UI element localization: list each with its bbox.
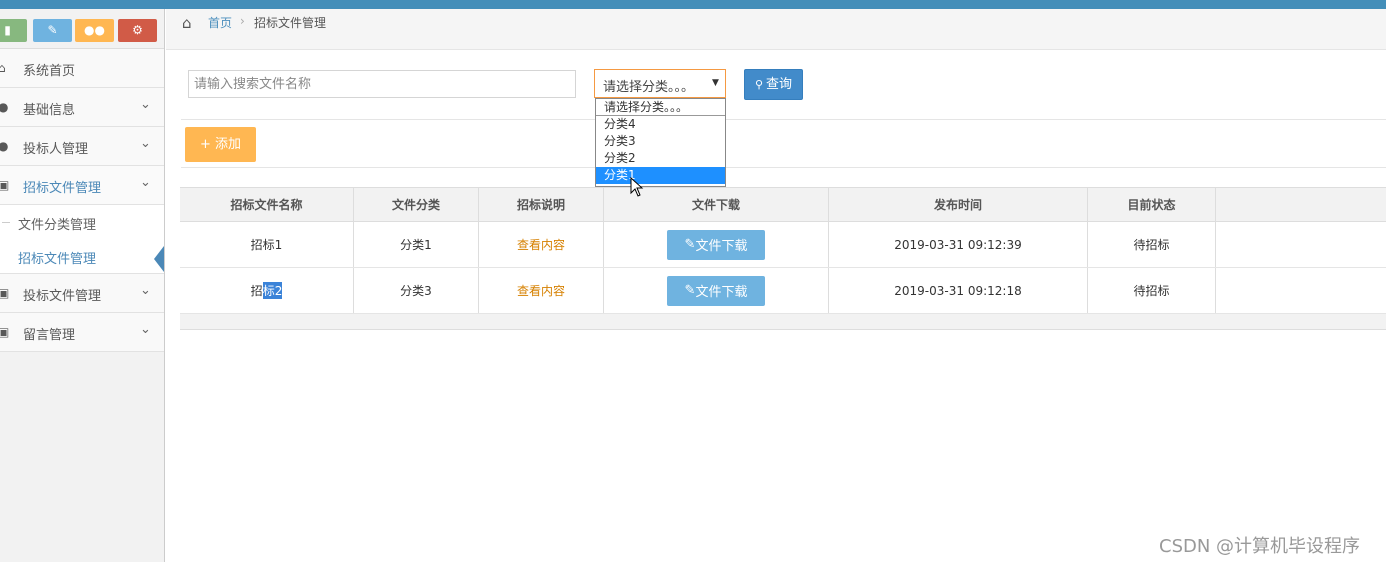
status: 待招标 — [1088, 268, 1216, 313]
table-row: 招标1 分类1 查看内容 ✎ 文件下载 2019-03-31 09:12:39 待… — [180, 222, 1386, 268]
column-header: 目前状态 — [1088, 188, 1216, 221]
category-dropdown: 请选择分类。。。 分类4 分类3 分类2 分类1 — [595, 98, 726, 187]
category-select[interactable]: 请选择分类。。。 ▼ — [594, 69, 726, 98]
doc-name-selected-text: 标2 — [262, 282, 283, 299]
dropdown-option[interactable]: 分类4 — [596, 116, 725, 133]
category-select-value: 请选择分类。。。 — [603, 80, 695, 95]
dropdown-option-highlighted[interactable]: 分类1 — [596, 167, 725, 184]
breadcrumb: ⌂ 首页 › 招标文件管理 — [166, 9, 1386, 50]
top-bar — [0, 0, 1386, 9]
plus-icon: + — [199, 137, 211, 152]
doc-category: 分类3 — [354, 268, 479, 313]
mouse-cursor-icon — [630, 177, 644, 197]
table-header: 招标文件名称 文件分类 招标说明 文件下载 发布时间 目前状态 — [180, 188, 1386, 222]
divider — [181, 119, 1386, 120]
sidebar-item-label: 投标人管理 — [23, 142, 89, 157]
signal-icon[interactable]: ▮ — [0, 19, 27, 42]
query-button-label: 查询 — [766, 77, 793, 92]
sidebar-item-label: 投标文件管理 — [23, 289, 102, 304]
sidebar-item-label: 系统首页 — [23, 64, 76, 79]
publish-time: 2019-03-31 09:12:18 — [829, 268, 1088, 313]
divider — [181, 167, 1386, 168]
sidebar-item-label: 招标文件管理 — [23, 181, 102, 196]
dropdown-option[interactable]: 分类3 — [596, 133, 725, 150]
view-content-link[interactable]: 查看内容 — [517, 236, 565, 253]
sidebar-item-tender-docs[interactable]: ▣ 招标文件管理 ⌄ — [0, 166, 164, 205]
cogs-icon[interactable]: ⚙ — [118, 19, 157, 42]
column-header-empty — [1216, 188, 1386, 221]
chevron-down-icon: ⌄ — [140, 283, 151, 298]
doc-category: 分类1 — [354, 222, 479, 267]
pencil-icon[interactable]: ✎ — [33, 19, 72, 42]
breadcrumb-current: 招标文件管理 — [254, 16, 327, 30]
watermark: CSDN @计算机毕设程序 — [1159, 536, 1361, 557]
query-button[interactable]: ⚲ 查询 — [744, 69, 803, 100]
users-icon[interactable]: ●● — [75, 19, 114, 42]
sidebar-item-bid-docs[interactable]: ▣ 投标文件管理 ⌄ — [0, 274, 164, 313]
shortcut-bar: ▮ ✎ ●● ⚙ — [0, 9, 164, 49]
tender-docs-table: 招标文件名称 文件分类 招标说明 文件下载 发布时间 目前状态 招标1 分类1 … — [180, 187, 1386, 330]
column-header: 招标文件名称 — [180, 188, 354, 221]
chevron-down-icon: ⌄ — [140, 136, 151, 151]
table-row: 招标2 分类3 查看内容 ✎ 文件下载 2019-03-31 09:12:18 待… — [180, 268, 1386, 314]
add-button[interactable]: + 添加 — [185, 127, 256, 162]
sidebar-item-label: 留言管理 — [23, 328, 76, 343]
breadcrumb-home-link[interactable]: 首页 — [208, 14, 232, 31]
dropdown-option[interactable]: 分类2 — [596, 150, 725, 167]
home-icon: ⌂ — [182, 14, 192, 32]
download-button-label: 文件下载 — [695, 239, 748, 254]
column-header: 招标说明 — [479, 188, 604, 221]
sub-item-file-category[interactable]: 文件分类管理 — [0, 205, 164, 239]
column-header: 发布时间 — [829, 188, 1088, 221]
view-content-link[interactable]: 查看内容 — [517, 282, 565, 299]
sidebar: ▮ ✎ ●● ⚙ ⌂ 系统首页 ● 基础信息 ⌄ ● 投标人管理 ⌄ ▣ 招标文… — [0, 9, 165, 562]
search-icon: ⚲ — [754, 78, 764, 91]
doc-name: 招标1 — [180, 222, 354, 267]
tree-line — [2, 222, 10, 223]
user-icon: ● — [0, 100, 9, 114]
doc-name-prefix: 招 — [250, 284, 263, 298]
sidebar-item-basic-info[interactable]: ● 基础信息 ⌄ — [0, 88, 164, 127]
sub-item-label: 文件分类管理 — [18, 218, 97, 233]
empty-cell — [1216, 222, 1386, 267]
sub-item-label: 招标文件管理 — [18, 252, 97, 267]
search-input[interactable] — [188, 70, 576, 98]
picture-icon: ▣ — [0, 286, 10, 300]
user-icon: ● — [0, 139, 9, 153]
sidebar-item-label: 基础信息 — [23, 103, 76, 118]
edit-icon: ✎ — [684, 283, 696, 298]
status: 待招标 — [1088, 222, 1216, 267]
sub-item-tender-docs[interactable]: 招标文件管理 — [0, 239, 164, 273]
picture-icon: ▣ — [0, 178, 10, 192]
sidebar-item-bidders[interactable]: ● 投标人管理 ⌄ — [0, 127, 164, 166]
active-caret-icon — [154, 246, 164, 272]
empty-cell — [1216, 268, 1386, 313]
dropdown-option[interactable]: 请选择分类。。。 — [596, 99, 725, 116]
home-icon: ⌂ — [0, 61, 6, 75]
add-button-label: 添加 — [215, 137, 242, 152]
breadcrumb-separator-icon: › — [240, 14, 245, 28]
sidebar-item-home[interactable]: ⌂ 系统首页 — [0, 49, 164, 88]
download-button[interactable]: ✎ 文件下载 — [667, 275, 765, 306]
caret-down-icon: ▼ — [712, 78, 719, 88]
doc-name: 招标2 — [180, 268, 354, 313]
sidebar-item-messages[interactable]: ▣ 留言管理 ⌄ — [0, 313, 164, 352]
download-button[interactable]: ✎ 文件下载 — [667, 229, 765, 260]
edit-icon: ✎ — [684, 237, 696, 252]
download-button-label: 文件下载 — [695, 285, 748, 300]
picture-icon: ▣ — [0, 325, 10, 339]
chevron-down-icon: ⌄ — [140, 97, 151, 112]
table-footer — [180, 314, 1386, 330]
chevron-down-icon: ⌄ — [140, 322, 151, 337]
chevron-down-icon: ⌄ — [140, 175, 151, 190]
column-header: 文件分类 — [354, 188, 479, 221]
submenu: 文件分类管理 招标文件管理 — [0, 205, 164, 274]
publish-time: 2019-03-31 09:12:39 — [829, 222, 1088, 267]
